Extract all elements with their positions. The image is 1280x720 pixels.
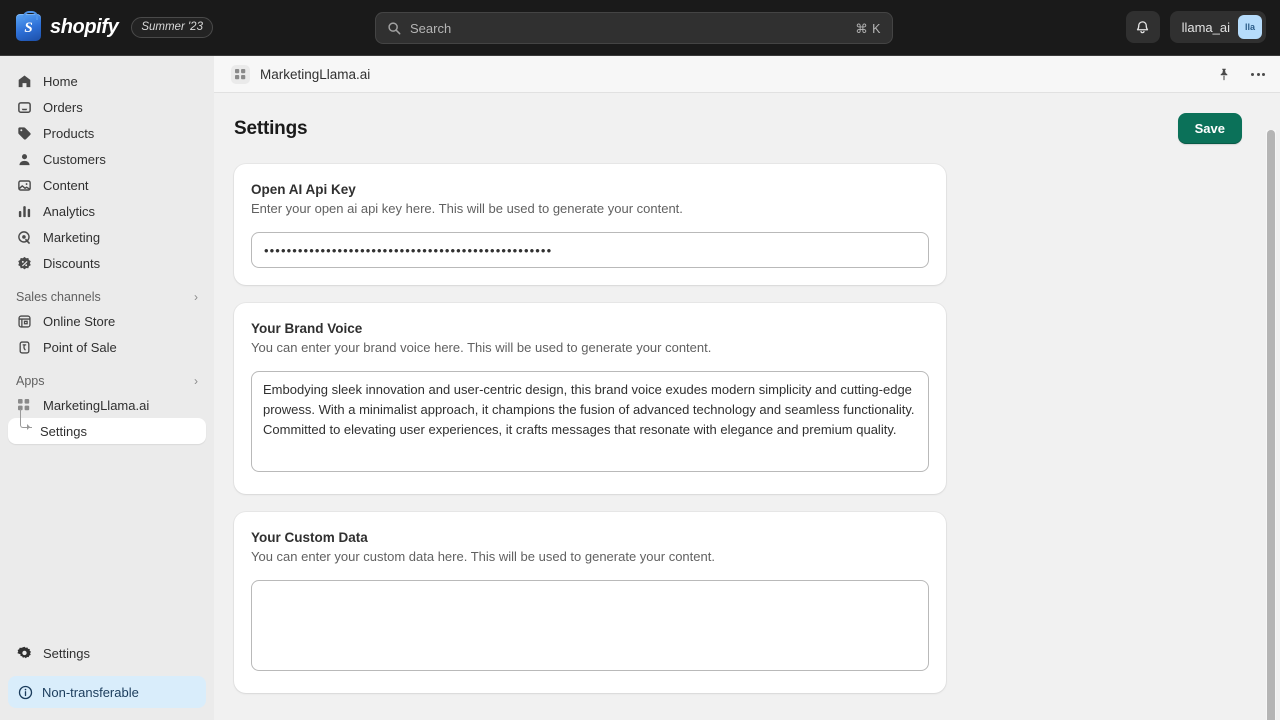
user-menu-button[interactable]: llama_ai lla: [1169, 11, 1266, 43]
sidebar-footer: Settings Non-transferable: [8, 640, 206, 708]
sidebar-item-label: Customers: [43, 151, 106, 167]
openai-api-key-input[interactable]: ••••••••••••••••••••••••••••••••••••••••…: [251, 232, 929, 268]
card-title: Your Custom Data: [251, 530, 368, 545]
sidebar-item-label: Content: [43, 177, 89, 193]
bell-icon: [1136, 21, 1149, 34]
top-bar-actions: llama_ai lla: [1125, 11, 1266, 43]
sidebar-item-label: Orders: [43, 99, 83, 115]
pin-button[interactable]: [1214, 64, 1234, 84]
settings-scroll-area: Settings Save Open AI Api Key Enter your…: [214, 93, 1280, 720]
app-bar-actions: [1214, 64, 1268, 84]
notifications-button[interactable]: [1125, 11, 1160, 43]
sidebar-item-label: Home: [43, 73, 78, 89]
card-brand-voice: Your Brand Voice You can enter your bran…: [234, 303, 946, 494]
shopify-logo-icon: S: [16, 11, 41, 41]
sidebar-item-label: Point of Sale: [43, 339, 117, 355]
shopify-wordmark: shopify: [50, 16, 119, 38]
card-subtitle: You can enter your custom data here. Thi…: [251, 549, 715, 564]
avatar: lla: [1238, 15, 1262, 39]
version-badge: Summer '23: [131, 17, 213, 38]
settings-content: Settings Save Open AI Api Key Enter your…: [214, 93, 1280, 693]
storefront-icon: [16, 313, 32, 329]
card-subtitle: You can enter your brand voice here. Thi…: [251, 340, 712, 355]
sidebar-item-label: Settings: [40, 423, 87, 439]
sidebar-item-label: Marketing: [43, 229, 101, 245]
custom-data-textarea[interactable]: [251, 580, 929, 671]
sidebar-item-label: Analytics: [43, 203, 96, 219]
sidebar-section-label: Apps: [16, 374, 45, 388]
save-button[interactable]: Save: [1177, 113, 1242, 144]
product-tag-icon: [16, 125, 32, 141]
sidebar-item-home[interactable]: Home: [8, 68, 206, 94]
brand-voice-textarea[interactable]: [251, 371, 929, 472]
pos-bag-icon: [16, 339, 32, 355]
sidebar-item-label: Discounts: [43, 255, 101, 271]
chevron-right-icon: ›: [194, 290, 198, 304]
sidebar-item-settings-app[interactable]: Settings: [8, 418, 206, 444]
primary-sidebar: Home Orders Products Customers Content A…: [0, 56, 214, 720]
shopify-logo-glyph: S: [24, 19, 33, 36]
non-transferable-label: Non-transferable: [42, 684, 139, 700]
sidebar-item-customers[interactable]: Customers: [8, 146, 206, 172]
discount-badge-icon: [16, 255, 32, 271]
sidebar-subitem-wrapper: Settings: [8, 409, 206, 444]
page-title: Settings: [234, 117, 308, 139]
sidebar-item-label: MarketingLlama.ai: [43, 397, 150, 413]
global-top-bar: S shopify Summer '23 Search ⌘ K llama_ai…: [0, 0, 1280, 56]
apps-grid-icon: [231, 64, 250, 84]
orders-inbox-icon: [16, 99, 32, 115]
chevron-right-icon: ›: [194, 374, 198, 388]
shopify-brand[interactable]: S shopify Summer '23: [0, 11, 213, 41]
card-openai-api-key: Open AI Api Key Enter your open ai api k…: [234, 164, 946, 285]
sidebar-item-analytics[interactable]: Analytics: [8, 198, 206, 224]
card-title: Your Brand Voice: [251, 321, 363, 336]
app-bar-title-group: MarketingLlama.ai: [231, 64, 1214, 84]
sidebar-item-marketingllama[interactable]: MarketingLlama.ai: [8, 392, 206, 418]
main-region: MarketingLlama.ai Settings Save Open AI …: [214, 56, 1280, 720]
sidebar-item-marketing[interactable]: Marketing: [8, 224, 206, 250]
branch-arrow-icon: [20, 409, 32, 430]
person-icon: [16, 151, 32, 167]
card-custom-data: Your Custom Data You can enter your cust…: [234, 512, 946, 693]
page-header: Settings Save: [234, 113, 1242, 164]
non-transferable-banner[interactable]: Non-transferable: [8, 676, 206, 708]
card-subtitle: Enter your open ai api key here. This wi…: [251, 201, 683, 216]
info-circle-icon: [18, 685, 33, 699]
sidebar-item-online-store[interactable]: Online Store: [8, 308, 206, 334]
vertical-scrollbar[interactable]: [1266, 130, 1276, 720]
sidebar-section-apps[interactable]: Apps ›: [8, 374, 206, 388]
sidebar-section-sales-channels[interactable]: Sales channels ›: [8, 290, 206, 304]
embedded-app-bar: MarketingLlama.ai: [214, 56, 1280, 93]
scrollbar-thumb[interactable]: [1267, 130, 1275, 720]
more-dots-icon: [1251, 72, 1265, 76]
sidebar-section-label: Sales channels: [16, 290, 101, 304]
sidebar-item-discounts[interactable]: Discounts: [8, 250, 206, 276]
sidebar-item-label: Products: [43, 125, 95, 141]
search-icon: [388, 22, 401, 35]
bar-chart-icon: [16, 203, 32, 219]
search-shortcut: ⌘ K: [855, 21, 881, 36]
more-options-button[interactable]: [1248, 64, 1268, 84]
card-title: Open AI Api Key: [251, 182, 356, 197]
sidebar-item-orders[interactable]: Orders: [8, 94, 206, 120]
sidebar-item-products[interactable]: Products: [8, 120, 206, 146]
sidebar-item-label: Settings: [43, 645, 90, 661]
app-title: MarketingLlama.ai: [260, 66, 371, 82]
user-name: llama_ai: [1181, 19, 1230, 35]
home-icon: [16, 73, 32, 89]
sidebar-item-content[interactable]: Content: [8, 172, 206, 198]
content-image-icon: [16, 177, 32, 193]
pin-icon: [1220, 68, 1228, 80]
sidebar-item-label: Online Store: [43, 313, 116, 329]
search-placeholder: Search: [410, 20, 452, 36]
sidebar-item-point-of-sale[interactable]: Point of Sale: [8, 334, 206, 360]
search-input[interactable]: Search ⌘ K: [375, 12, 893, 44]
gear-icon: [16, 645, 32, 661]
sidebar-item-settings[interactable]: Settings: [8, 640, 206, 666]
target-cursor-icon: [16, 229, 32, 245]
